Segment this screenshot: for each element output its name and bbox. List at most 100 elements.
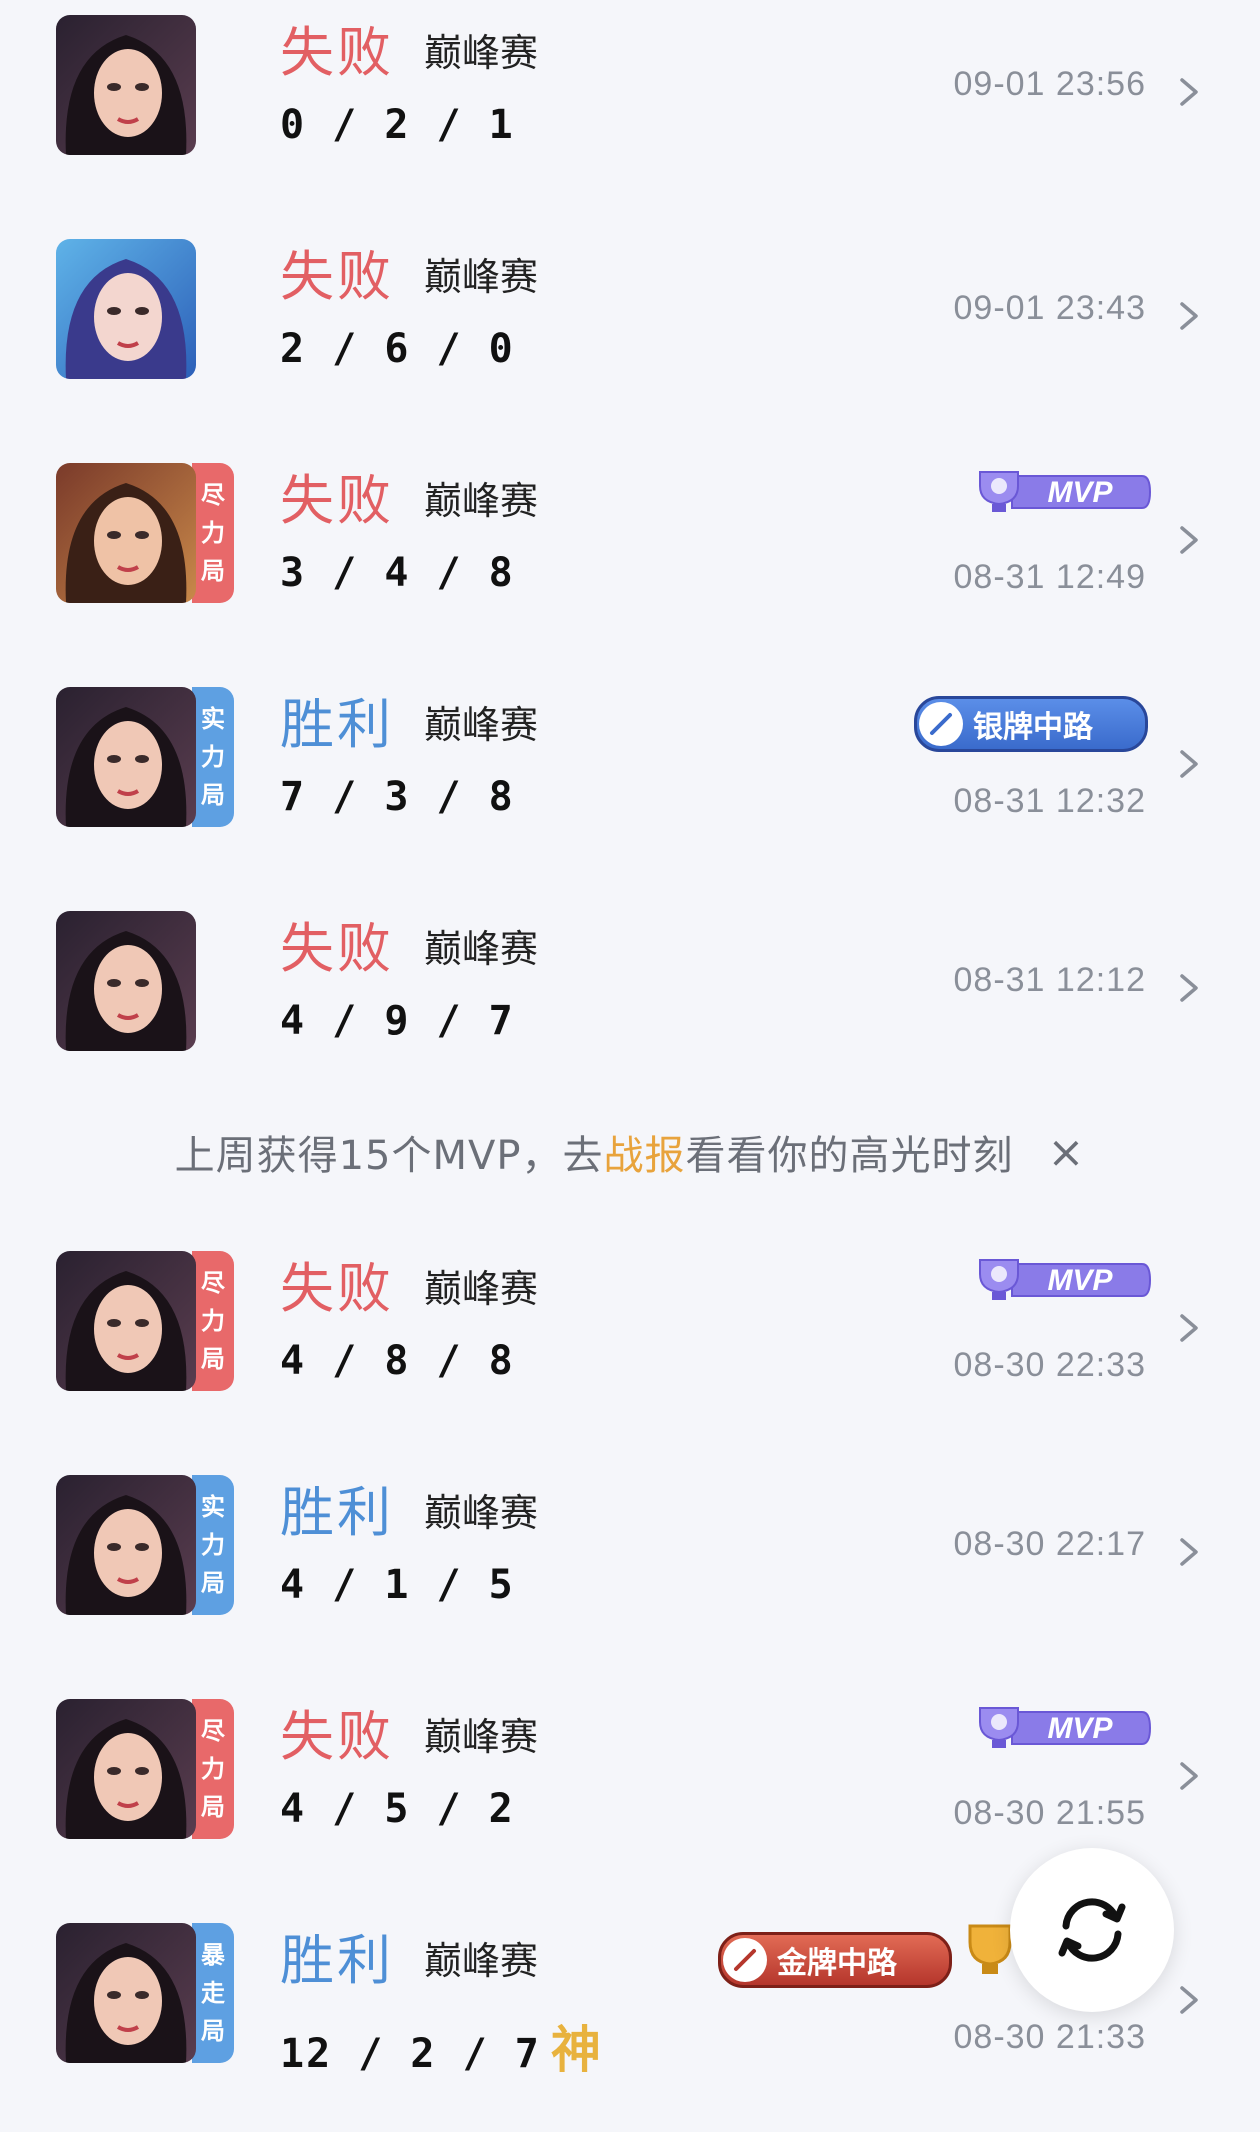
sword-icon [723,1938,767,1982]
match-tag-char: 力 [201,519,225,547]
kda-score: 4 / 8 / 8 [280,1338,515,1384]
match-row[interactable]: 尽力局 失败 巅峰赛 4 / 8 / 8 MVP MVP 08-30 22:33 [0,1236,1260,1460]
hero-avatar-group: 尽力局 [56,1699,234,1839]
match-row[interactable]: 尽力局 失败 巅峰赛 3 / 4 / 8 MVP MVP 08-31 12:49 [0,448,1260,672]
match-result: 失败 [280,917,394,980]
hero-avatar [56,1251,196,1391]
chevron-right-icon[interactable] [1168,1532,1208,1572]
game-mode: 巅峰赛 [424,255,539,299]
match-tag-char: 走 [201,1979,225,2007]
kda-score: 12 / 2 / 7神 [280,2010,603,2082]
kda-value: 4 / 5 / 2 [280,1786,515,1832]
hero-avatar [56,687,196,827]
match-result: 失败 [280,21,394,84]
match-result: 失败 [280,469,394,532]
mvp-badge: MVP MVP [972,1256,1152,1304]
match-row[interactable]: 失败 巅峰赛 4 / 9 / 7 08-31 12:12 [0,896,1260,1120]
kda-score: 4 / 1 / 5 [280,1562,515,1608]
chevron-right-icon[interactable] [1168,1756,1208,1796]
match-result: 胜利 [280,693,394,756]
match-time: 08-30 22:17 [953,1525,1146,1563]
mvp-badge: MVP MVP [972,1704,1152,1752]
hero-avatar [56,1699,196,1839]
notice-text-after: 看看你的高光时刻 [685,1133,1014,1179]
match-tag-char: 尽 [201,1269,225,1297]
match-result: 失败 [280,245,394,308]
kda-value: 4 / 8 / 8 [280,1338,515,1384]
match-result: 失败 [280,1257,394,1320]
hero-avatar [56,1923,196,2063]
game-mode: 巅峰赛 [424,1267,539,1311]
chevron-right-icon[interactable] [1168,744,1208,784]
match-tag: 实力局 [192,687,234,827]
match-tag-char: 力 [201,1755,225,1783]
match-row[interactable]: 实力局 胜利 巅峰赛 4 / 1 / 5 08-30 22:17 [0,1460,1260,1684]
chevron-right-icon[interactable] [1168,1308,1208,1348]
svg-text:MVP: MVP [1047,1264,1113,1297]
match-row[interactable]: 失败 巅峰赛 0 / 2 / 1 09-01 23:56 [0,0,1260,224]
match-tag-char: 局 [201,781,225,809]
match-time: 08-30 21:55 [953,1794,1146,1832]
match-tag: 尽力局 [192,1251,234,1391]
match-tag-char: 尽 [201,1717,225,1745]
hero-avatar-group: 尽力局 [56,1251,234,1391]
lane-badge-label: 银牌中路 [973,710,1093,745]
chevron-right-icon[interactable] [1168,72,1208,112]
match-tag-char: 局 [201,1345,225,1373]
svg-text:MVP: MVP [1047,1712,1113,1745]
kda-score: 2 / 6 / 0 [280,326,515,372]
hero-avatar [56,239,196,379]
chevron-right-icon[interactable] [1168,968,1208,1008]
game-mode: 巅峰赛 [424,31,539,75]
close-icon[interactable]: × [1048,1127,1086,1178]
lane-badge: 银牌中路 [914,696,1148,752]
match-row[interactable]: 实力局 胜利 巅峰赛 7 / 3 / 8 银牌中路 08-31 12:32 [0,672,1260,896]
hero-avatar-group [56,15,196,155]
match-time: 09-01 23:56 [953,65,1146,103]
refresh-icon [1058,1898,1126,1962]
kda-value: 3 / 4 / 8 [280,550,515,596]
match-tag: 尽力局 [192,1699,234,1839]
kda-value: 7 / 3 / 8 [280,774,515,820]
kda-score: 7 / 3 / 8 [280,774,515,820]
hero-avatar-group [56,239,196,379]
hero-avatar-group [56,911,196,1051]
chevron-right-icon[interactable] [1168,296,1208,336]
match-tag: 尽力局 [192,463,234,603]
game-mode: 巅峰赛 [424,703,539,747]
match-tag: 实力局 [192,1475,234,1615]
match-time: 08-31 12:32 [953,782,1146,820]
hero-avatar [56,911,196,1051]
match-tag-char: 局 [201,1569,225,1597]
match-result: 胜利 [280,1481,394,1544]
chevron-right-icon[interactable] [1168,1980,1208,2020]
mvp-badge: MVP MVP [972,468,1152,516]
match-result: 胜利 [280,1929,394,1992]
kda-value: 0 / 2 / 1 [280,102,515,148]
kda-score: 3 / 4 / 8 [280,550,515,596]
mvp-notice: 上周获得15个MVP，去 战报 看看你的高光时刻 × [0,1092,1260,1212]
hero-avatar-group: 实力局 [56,1475,234,1615]
battle-report-link[interactable]: 战报 [604,1123,686,1181]
kda-value: 2 / 6 / 0 [280,326,515,372]
refresh-button[interactable] [1010,1848,1174,2012]
game-mode: 巅峰赛 [424,1715,539,1759]
hero-avatar [56,1475,196,1615]
match-row[interactable]: 失败 巅峰赛 2 / 6 / 0 09-01 23:43 [0,224,1260,448]
match-time: 08-30 21:33 [953,2018,1146,2056]
match-tag-char: 局 [201,2017,225,2045]
kda-value: 4 / 1 / 5 [280,1562,515,1608]
hero-avatar [56,15,196,155]
kda-value: 4 / 9 / 7 [280,998,515,1044]
kda-score: 0 / 2 / 1 [280,102,515,148]
chevron-right-icon[interactable] [1168,520,1208,560]
match-result: 失败 [280,1705,394,1768]
match-tag-char: 暴 [201,1941,225,1969]
game-mode: 巅峰赛 [424,1491,539,1535]
kda-score: 4 / 5 / 2 [280,1786,515,1832]
game-mode: 巅峰赛 [424,927,539,971]
match-tag-char: 力 [201,1307,225,1335]
game-mode: 巅峰赛 [424,1939,539,1983]
sword-icon [919,702,963,746]
match-tag-char: 实 [201,1493,225,1521]
